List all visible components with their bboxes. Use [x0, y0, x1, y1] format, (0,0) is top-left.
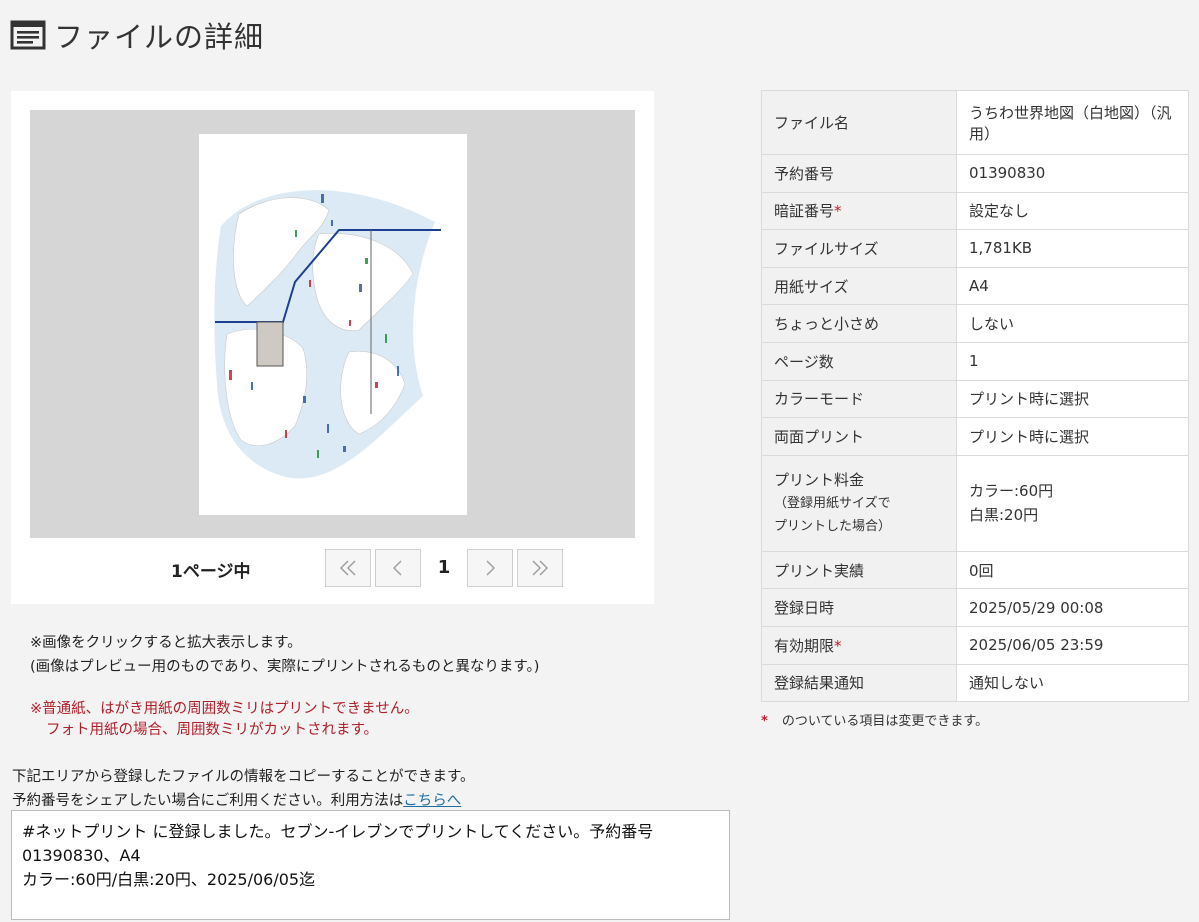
row-print-count: プリント実績 0回 [761, 550, 1189, 590]
pin-value: 設定なし [956, 191, 1189, 231]
price-label: プリント料金 [774, 471, 865, 490]
preview-paper [199, 134, 467, 515]
last-page-button[interactable] [517, 549, 563, 587]
row-slightly-smaller: ちょっと小さめ しない [761, 304, 1189, 343]
color-mode-value: プリント時に選択 [956, 379, 1189, 419]
print-count-label: プリント実績 [761, 550, 957, 590]
row-price: プリント料金 （登録用紙サイズで プリントした場合） カラー:60円 白黒:20… [761, 454, 1189, 552]
page-count-detail-value: 1 [956, 341, 1189, 381]
registered-at-label: 登録日時 [761, 588, 957, 627]
preview-image[interactable] [30, 110, 635, 538]
pin-label-cell: 暗証番号* [761, 191, 957, 231]
required-mark: * [834, 202, 842, 221]
price-label-cell: プリント料金 （登録用紙サイズで プリントした場合） [761, 454, 957, 552]
document-list-icon [10, 20, 46, 50]
share-text-area[interactable]: #ネットプリント に登録しました。セブン-イレブンでプリントしてください。予約番… [11, 810, 730, 920]
price-color-value: カラー:60円 [969, 482, 1054, 501]
world-map-thumbnail [214, 190, 441, 479]
page-header: ファイルの詳細 [10, 14, 264, 56]
row-file-size: ファイルサイズ 1,781KB [761, 229, 1189, 268]
page-title: ファイルの詳細 [54, 20, 265, 54]
row-expiry: 有効期限* 2025/06/05 23:59 [761, 625, 1189, 665]
last-page-icon [532, 560, 548, 576]
paper-size-value: A4 [956, 266, 1189, 306]
price-mono-value: 白黒:20円 [969, 506, 1039, 525]
duplex-label: 両面プリント [761, 417, 957, 456]
print-count-value: 0回 [956, 550, 1189, 590]
price-sub-label-1: （登録用紙サイズで [774, 496, 891, 512]
next-page-button[interactable] [467, 549, 513, 587]
notify-label: 登録結果通知 [761, 663, 957, 703]
slightly-smaller-value: しない [956, 304, 1189, 343]
color-mode-label: カラーモード [761, 379, 957, 419]
row-page-count: ページ数 1 [761, 341, 1189, 381]
row-pin: 暗証番号* 設定なし [761, 191, 1189, 231]
pagination: 1ページ中 1 [11, 549, 654, 589]
prev-page-icon [393, 560, 402, 576]
file-size-label: ファイルサイズ [761, 229, 957, 268]
slightly-smaller-label: ちょっと小さめ [761, 304, 957, 343]
file-size-value: 1,781KB [956, 229, 1189, 268]
row-file-name: ファイル名 うちわ世界地図（白地図）（汎用） [761, 90, 1189, 155]
paper-size-label: 用紙サイズ [761, 266, 957, 306]
expiry-label: 有効期限 [774, 636, 835, 655]
registered-at-value: 2025/05/29 00:08 [956, 588, 1189, 627]
row-duplex: 両面プリント プリント時に選択 [761, 417, 1189, 456]
price-value-cell: カラー:60円 白黒:20円 [956, 454, 1189, 552]
reservation-number-label: 予約番号 [761, 154, 957, 193]
required-legend: * のついている項目は変更できます。 [761, 710, 988, 729]
first-page-button[interactable] [325, 549, 371, 587]
required-mark: * [834, 636, 842, 655]
first-page-icon [340, 560, 356, 576]
copy-intro-text: 予約番号をシェアしたい場合にご利用ください。利用方法は [12, 793, 404, 809]
preview-panel: 1ページ中 1 [11, 91, 654, 604]
reservation-number-value: 01390830 [956, 154, 1189, 193]
file-detail-table: ファイル名 うちわ世界地図（白地図）（汎用） 予約番号 01390830 暗証番… [761, 90, 1189, 703]
pin-label: 暗証番号 [774, 202, 835, 221]
page-count-label: 1ページ中 [171, 562, 251, 582]
file-name-value: うちわ世界地図（白地図）（汎用） [956, 90, 1189, 155]
price-sub-label-2: プリントした場合） [774, 519, 892, 535]
page-count-detail-label: ページ数 [761, 341, 957, 381]
margin-warning-2: フォト用紙の場合、周囲数ミリがカットされます。 [46, 722, 379, 738]
copy-intro-line2: 予約番号をシェアしたい場合にご利用ください。利用方法はこちらへ [12, 789, 461, 810]
expiry-value: 2025/06/05 23:59 [956, 625, 1189, 665]
row-notify: 登録結果通知 通知しない [761, 663, 1189, 703]
expiry-label-cell: 有効期限* [761, 625, 957, 665]
required-mark: * [761, 714, 768, 729]
prev-page-button[interactable] [375, 549, 421, 587]
margin-warning-1: ※普通紙、はがき用紙の周囲数ミリはプリントできません。 [30, 701, 419, 717]
usage-link[interactable]: こちらへ [403, 793, 461, 809]
zoom-note: ※画像をクリックすると拡大表示します。 [30, 635, 302, 651]
file-name-label: ファイル名 [761, 90, 957, 155]
preview-disclaimer: (画像はプレビュー用のものであり、実際にプリントされるものと異なります。) [30, 659, 540, 675]
row-registered-at: 登録日時 2025/05/29 00:08 [761, 588, 1189, 627]
legend-text: のついている項目は変更できます。 [781, 714, 989, 729]
notify-value: 通知しない [956, 663, 1189, 703]
row-color-mode: カラーモード プリント時に選択 [761, 379, 1189, 419]
next-page-icon [486, 560, 495, 576]
row-paper-size: 用紙サイズ A4 [761, 266, 1189, 306]
copy-intro-line1: 下記エリアから登録したファイルの情報をコピーすることができます。 [12, 769, 475, 785]
duplex-value: プリント時に選択 [956, 417, 1189, 456]
current-page-number: 1 [437, 557, 451, 578]
row-reservation-number: 予約番号 01390830 [761, 154, 1189, 193]
